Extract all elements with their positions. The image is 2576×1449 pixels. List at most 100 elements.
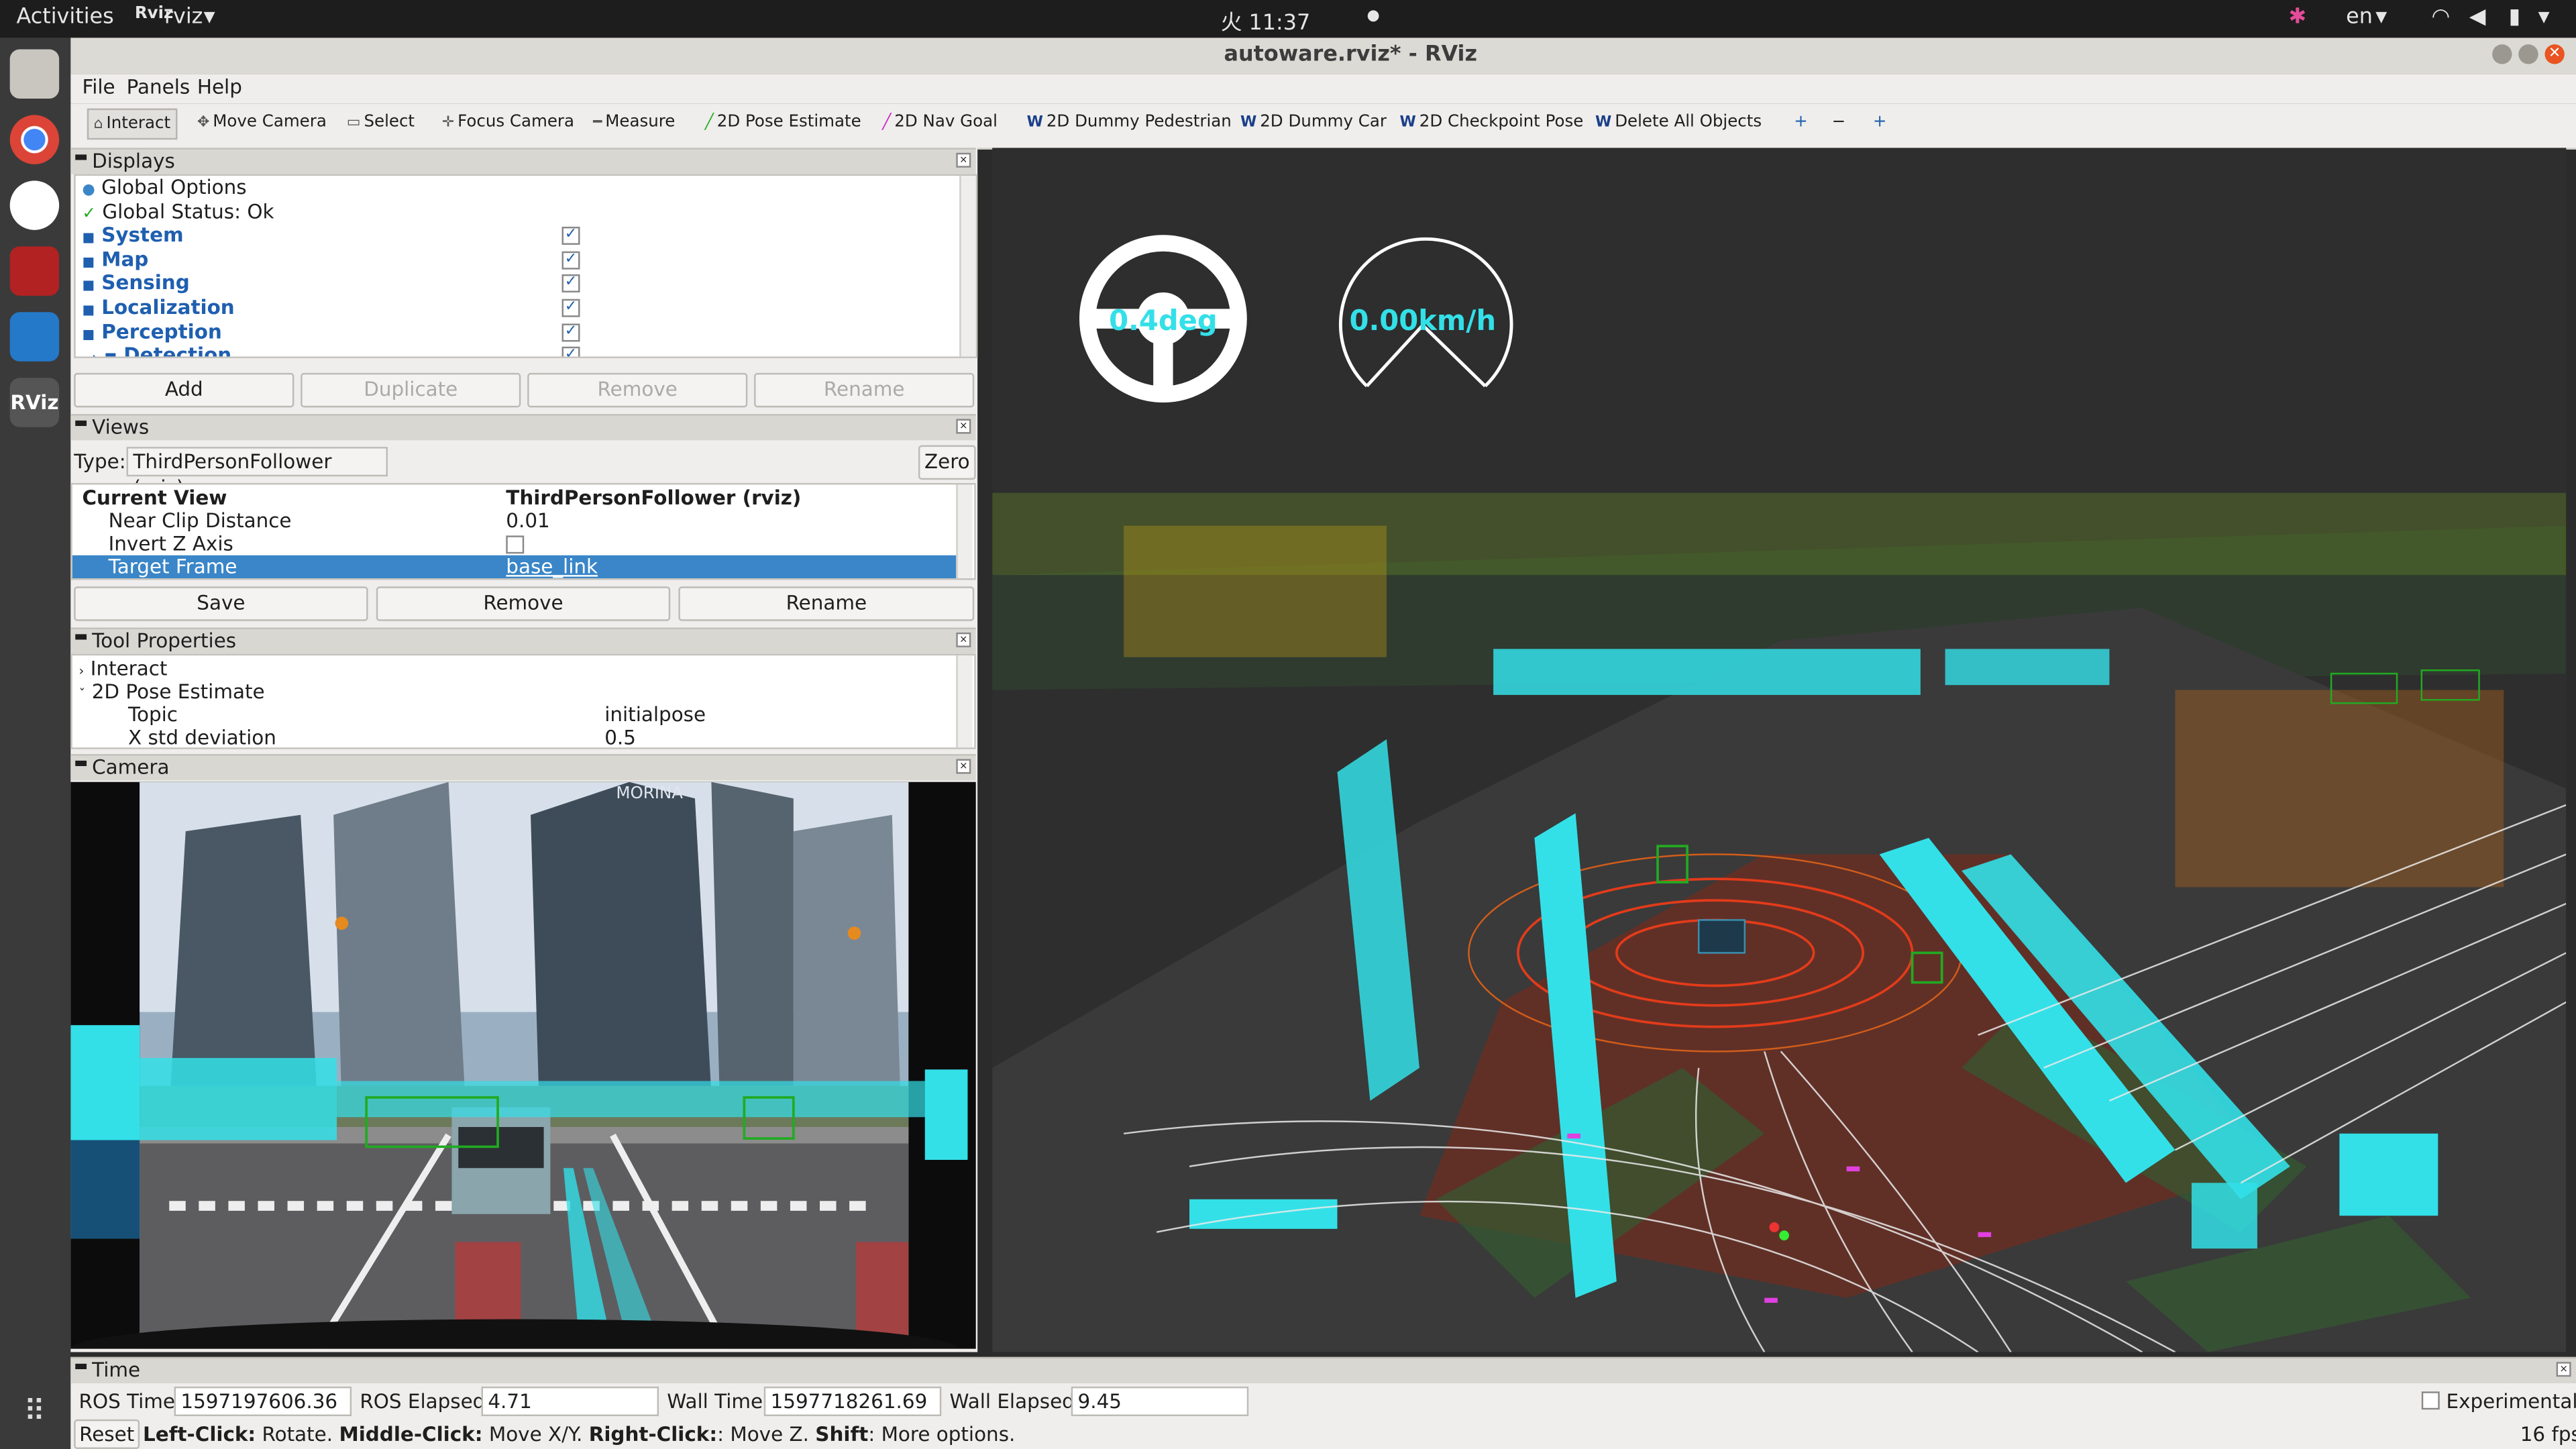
display-item-detection[interactable]: › ■ Detection xyxy=(92,343,231,358)
tool-interact[interactable]: ⌂ Interact xyxy=(87,108,177,140)
language-indicator[interactable]: en xyxy=(2346,5,2373,30)
tool-focus-camera[interactable]: ✛ Focus Camera xyxy=(442,113,574,131)
tool-properties-tree[interactable]: › Interact ˇ 2D Pose Estimate Topic init… xyxy=(70,653,976,749)
target-frame-row[interactable]: Target Frame base_link xyxy=(72,555,957,579)
slack-tray-icon[interactable]: ✱ xyxy=(2288,5,2306,30)
tool-properties-header[interactable]: ▬ Tool Properties × xyxy=(70,627,976,654)
time-title: Time xyxy=(92,1358,141,1382)
target-frame-value[interactable]: base_link xyxy=(506,555,598,578)
camera-image: MORINA xyxy=(70,782,976,1349)
clock[interactable]: 火 11:37 xyxy=(1221,5,1311,36)
tool-2d-dummy-pedestrian[interactable]: W 2D Dummy Pedestrian xyxy=(1027,113,1232,131)
remove-view-button[interactable]: Remove xyxy=(376,586,671,621)
duplicate-display-button[interactable]: Duplicate xyxy=(301,372,521,408)
tool-2d-dummy-car[interactable]: W 2D Dummy Car xyxy=(1240,113,1387,131)
topic-value[interactable]: initialpose xyxy=(604,703,706,726)
ros-time-field[interactable]: 1597197606.36 xyxy=(174,1386,352,1417)
display-item-localization[interactable]: ■ Localization xyxy=(82,296,234,319)
perception-checkbox[interactable]: ✓ xyxy=(561,323,580,342)
nav-goal-icon: ╱ xyxy=(882,115,892,131)
show-applications-icon[interactable]: ⠿ xyxy=(10,1388,59,1437)
localization-checkbox[interactable]: ✓ xyxy=(561,299,580,317)
close-panel-icon[interactable]: × xyxy=(956,759,971,774)
close-panel-icon[interactable]: × xyxy=(956,632,971,647)
camera-image-view[interactable]: MORINA xyxy=(70,782,976,1349)
rename-view-button[interactable]: Rename xyxy=(678,586,975,621)
display-item-perception[interactable]: ■ Perception xyxy=(82,321,221,343)
tool-2d-checkpoint-pose[interactable]: W 2D Checkpoint Pose xyxy=(1400,113,1584,131)
ros-elapsed-field[interactable]: 4.71 xyxy=(481,1386,659,1417)
close-icon[interactable]: ✕ xyxy=(2544,44,2565,64)
rename-display-button[interactable]: Rename xyxy=(754,372,975,408)
wall-time-field[interactable]: 1597718261.69 xyxy=(763,1386,942,1417)
display-item-system[interactable]: ■ System xyxy=(82,223,183,246)
tool-prop-interact[interactable]: › Interact xyxy=(79,657,168,680)
files-icon[interactable] xyxy=(9,49,60,99)
save-view-button[interactable]: Save xyxy=(74,586,368,621)
tool-2d-nav-goal[interactable]: ╱ 2D Nav Goal xyxy=(882,113,998,131)
remove-display-button[interactable]: Remove xyxy=(527,372,748,408)
tool-props-scrollbar[interactable] xyxy=(956,655,973,748)
system-checkbox[interactable]: ✓ xyxy=(561,226,580,245)
system-menu-chevron-icon[interactable]: ▼ xyxy=(2538,10,2550,26)
displays-panel-header[interactable]: ▬ Displays × xyxy=(70,148,976,174)
tool-move-camera[interactable]: ✥ Move Camera xyxy=(197,113,327,131)
experimental-checkbox[interactable] xyxy=(2421,1391,2440,1410)
displays-scrollbar[interactable] xyxy=(959,176,976,357)
tool-delete-all-objects[interactable]: W Delete All Objects xyxy=(1595,113,1762,131)
maximize-icon[interactable] xyxy=(2518,44,2538,64)
x-std-value[interactable]: 0.5 xyxy=(604,726,636,747)
view-type-select[interactable]: ThirdPersonFollower (rviz)▾ xyxy=(126,447,388,499)
display-item-sensing[interactable]: ■ Sensing xyxy=(82,271,189,294)
display-item[interactable]: ● Global Options xyxy=(82,176,246,199)
views-scrollbar[interactable] xyxy=(956,484,973,579)
close-panel-icon[interactable]: × xyxy=(956,419,971,434)
rviz-dock-icon[interactable]: RViz xyxy=(9,378,60,427)
activities-button[interactable]: Activities xyxy=(16,5,113,30)
app-menu[interactable]: rviz xyxy=(164,5,203,30)
terminal-icon[interactable] xyxy=(9,246,60,296)
battery-icon[interactable]: ▮ xyxy=(2509,5,2521,30)
reset-button[interactable]: Reset xyxy=(74,1419,140,1449)
tool-select[interactable]: ▭ Select xyxy=(347,113,415,131)
close-panel-icon[interactable]: × xyxy=(2556,1362,2571,1377)
remove-tool-icon[interactable]: − xyxy=(1832,113,1846,131)
tool-options-icon[interactable]: + xyxy=(1873,113,1887,131)
sensing-checkbox[interactable]: ✓ xyxy=(561,274,580,292)
close-panel-icon[interactable]: × xyxy=(956,152,971,168)
chrome-icon[interactable] xyxy=(9,115,60,164)
expand-icon: › xyxy=(92,350,98,358)
autoware-icon: W xyxy=(1399,115,1416,131)
vscode-icon[interactable] xyxy=(9,312,60,362)
autoware-icon: W xyxy=(1595,115,1612,131)
minimize-icon[interactable] xyxy=(2492,44,2512,64)
add-tool-icon[interactable]: + xyxy=(1794,113,1808,131)
view-type-label: Type: xyxy=(74,450,126,474)
camera-title: Camera xyxy=(92,755,170,779)
slack-icon[interactable] xyxy=(9,180,60,230)
invert-z-checkbox[interactable] xyxy=(506,535,525,554)
near-clip-value[interactable]: 0.01 xyxy=(506,509,549,532)
menu-help[interactable]: Help xyxy=(197,76,242,99)
camera-panel-header[interactable]: ▬ Camera × xyxy=(70,754,976,781)
map-checkbox[interactable]: ✓ xyxy=(561,251,580,270)
tool-measure[interactable]: ━ Measure xyxy=(593,113,675,131)
views-panel-header[interactable]: ▬ Views × xyxy=(70,414,976,441)
displays-tree[interactable]: ● Global Options ✓ Global Status: Ok ■ S… xyxy=(74,174,978,358)
wall-elapsed-field[interactable]: 9.45 xyxy=(1071,1386,1249,1417)
tool-prop-pose-estimate[interactable]: ˇ 2D Pose Estimate xyxy=(79,680,265,703)
pose-estimate-icon: ╱ xyxy=(704,115,714,131)
tool-2d-pose-estimate[interactable]: ╱ 2D Pose Estimate xyxy=(705,113,861,131)
volume-icon[interactable]: ◀ xyxy=(2469,5,2485,30)
3d-render-view[interactable]: 0.4deg 0.00km/h xyxy=(992,148,2567,1352)
menu-file[interactable]: File xyxy=(82,76,115,99)
menu-panels[interactable]: Panels xyxy=(127,76,191,99)
display-item[interactable]: ✓ Global Status: Ok xyxy=(82,201,274,223)
detection-checkbox[interactable]: ✓ xyxy=(561,346,580,357)
add-display-button[interactable]: Add xyxy=(74,372,294,408)
display-item-map[interactable]: ■ Map xyxy=(82,248,148,271)
views-properties[interactable]: Current View ThirdPersonFollower (rviz) … xyxy=(70,483,976,580)
time-panel-header[interactable]: ▬ Time × xyxy=(70,1356,2576,1384)
zero-button[interactable]: Zero xyxy=(918,445,976,480)
wifi-icon[interactable]: ◠ xyxy=(2431,5,2450,30)
